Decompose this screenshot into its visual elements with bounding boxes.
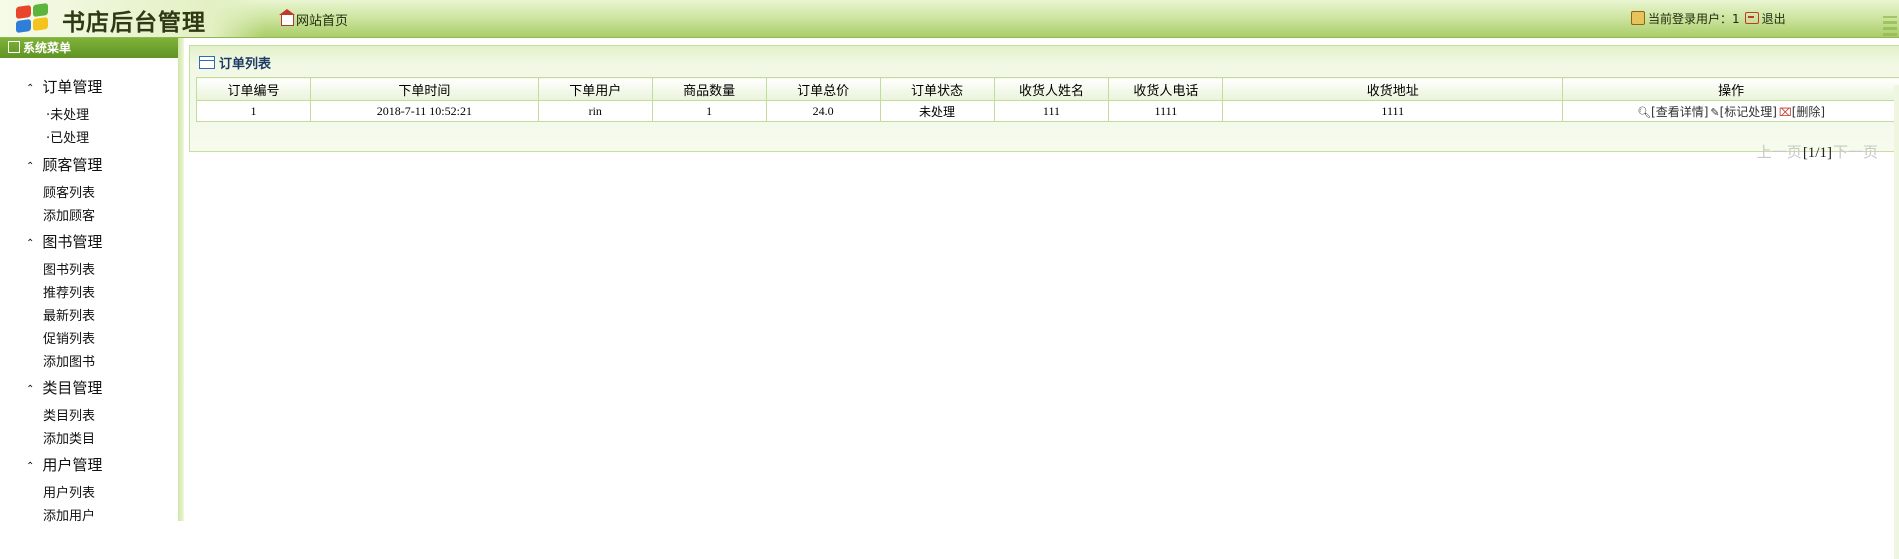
pencil-icon: ✎ xyxy=(1710,106,1719,119)
menu-item-unprocessed[interactable]: ·未处理 xyxy=(46,104,89,123)
menu-item-add-category[interactable]: 添加类目 xyxy=(43,428,95,447)
home-icon xyxy=(281,15,294,26)
cell-quantity: 1 xyxy=(652,101,766,122)
chevron-up-icon: ⌃ xyxy=(26,384,34,395)
delete-icon: ⌧ xyxy=(1779,106,1792,119)
column-header: 下单时间 xyxy=(310,78,538,101)
mark-processed-label: [标记处理] xyxy=(1720,105,1777,119)
delete-link[interactable]: ⌧[删除] xyxy=(1779,105,1825,119)
vertical-scrollbar[interactable] xyxy=(1894,85,1899,559)
view-details-link[interactable]: 🔍︎[查看详情] xyxy=(1637,105,1708,119)
user-icon xyxy=(1631,11,1645,25)
menu-group-customers[interactable]: ⌃ 顾客管理 xyxy=(26,154,102,175)
home-link-label: 网站首页 xyxy=(296,14,348,29)
delete-label: [删除] xyxy=(1792,105,1825,119)
next-page-link[interactable]: 下一页 xyxy=(1833,145,1878,161)
logout-link[interactable]: 退出 xyxy=(1740,12,1786,26)
column-header: 收货人姓名 xyxy=(994,78,1109,101)
menu-item-add-book[interactable]: 添加图书 xyxy=(43,351,95,370)
top-header: 书店后台管理 网站首页 当前登录用户：1 退出 xyxy=(0,0,1899,38)
table-header-row: 订单编号 下单时间 下单用户 商品数量 订单总价 订单状态 收货人姓名 收货人电… xyxy=(197,78,1899,101)
menu-item-add-user[interactable]: 添加用户 xyxy=(43,505,95,524)
home-link[interactable]: 网站首页 xyxy=(281,10,348,29)
menu-group-label: 订单管理 xyxy=(42,78,102,96)
menu-item-processed[interactable]: ·已处理 xyxy=(46,127,89,146)
logo-area: 书店后台管理 xyxy=(0,0,265,37)
column-header: 订单编号 xyxy=(197,78,311,101)
panel-title-label: 订单列表 xyxy=(219,57,271,72)
logout-label: 退出 xyxy=(1762,12,1786,26)
menu-item-category-list[interactable]: 类目列表 xyxy=(43,405,95,424)
column-header: 订单状态 xyxy=(880,78,994,101)
windows-logo-icon xyxy=(12,3,54,34)
menu-item-recommended-list[interactable]: 推荐列表 xyxy=(43,282,95,301)
cell-status: 未处理 xyxy=(880,101,994,122)
login-user: 1 xyxy=(1732,12,1740,26)
cell-total: 24.0 xyxy=(766,101,880,122)
cell-address: 1111 xyxy=(1223,101,1563,122)
chevron-up-icon: ⌃ xyxy=(26,83,34,94)
menu-group-users[interactable]: ⌃ 用户管理 xyxy=(26,454,102,475)
grip-icon xyxy=(1883,16,1897,36)
logout-icon xyxy=(1745,12,1759,24)
page-indicator: [1/1] xyxy=(1803,145,1832,161)
orders-table: 订单编号 下单时间 下单用户 商品数量 订单总价 订单状态 收货人姓名 收货人电… xyxy=(196,77,1899,122)
menu-group-label: 图书管理 xyxy=(42,233,102,251)
menu-group-label: 用户管理 xyxy=(42,456,102,474)
chevron-up-icon: ⌃ xyxy=(26,461,34,472)
cell-order-user: rin xyxy=(538,101,652,122)
menu-item-book-list[interactable]: 图书列表 xyxy=(43,259,95,278)
mark-processed-link[interactable]: ✎[标记处理] xyxy=(1710,105,1777,119)
login-label: 当前登录用户： xyxy=(1648,12,1732,26)
sidebar: 系统菜单 ⌃ 订单管理 ·未处理 ·已处理 ⌃ 顾客管理 顾客列表 添加顾客 ⌃ 图书… xyxy=(0,38,179,521)
menu-item-add-customer[interactable]: 添加顾客 xyxy=(43,205,95,224)
user-info: 当前登录用户：1 退出 xyxy=(1631,10,1786,27)
chevron-up-icon: ⌃ xyxy=(26,161,34,172)
view-details-label: [查看详情] xyxy=(1651,105,1708,119)
menu-icon xyxy=(8,41,20,53)
pagination: 上一页[1/1]下一页 xyxy=(1757,141,1878,162)
menu-group-label: 类目管理 xyxy=(42,379,102,397)
list-icon xyxy=(199,56,215,69)
menu-item-promo-list[interactable]: 促销列表 xyxy=(43,328,95,347)
menu-group-books[interactable]: ⌃ 图书管理 xyxy=(26,231,102,252)
menu-group-categories[interactable]: ⌃ 类目管理 xyxy=(26,377,102,398)
column-header: 商品数量 xyxy=(652,78,766,101)
cell-receiver-phone: 1111 xyxy=(1109,101,1223,122)
magnifier-icon: 🔍︎ xyxy=(1637,106,1651,119)
app-title: 书店后台管理 xyxy=(62,3,206,37)
sidebar-title: 系统菜单 xyxy=(23,41,71,55)
sidebar-header: 系统菜单 xyxy=(0,38,178,58)
main-content: 订单列表 订单编号 下单时间 下单用户 商品数量 订单总价 订单状态 收货人姓名… xyxy=(186,38,1899,521)
column-header: 下单用户 xyxy=(538,78,652,101)
column-header: 收货人电话 xyxy=(1109,78,1223,101)
menu-group-orders[interactable]: ⌃ 订单管理 xyxy=(26,76,102,97)
menu-item-newest-list[interactable]: 最新列表 xyxy=(43,305,95,324)
table-row: 1 2018-7-11 10:52:21 rin 1 24.0 未处理 111 … xyxy=(197,101,1899,122)
chevron-up-icon: ⌃ xyxy=(26,238,34,249)
column-header: 操作 xyxy=(1563,78,1899,101)
panel-title: 订单列表 xyxy=(199,53,271,72)
menu-group-label: 顾客管理 xyxy=(42,156,102,174)
prev-page-link[interactable]: 上一页 xyxy=(1757,145,1802,161)
cell-actions: 🔍︎[查看详情]✎[标记处理]⌧[删除] xyxy=(1563,101,1899,122)
cell-order-id: 1 xyxy=(197,101,311,122)
column-header: 收货地址 xyxy=(1223,78,1563,101)
order-list-panel: 订单列表 订单编号 下单时间 下单用户 商品数量 订单总价 订单状态 收货人姓名… xyxy=(189,45,1899,152)
cell-receiver-name: 111 xyxy=(994,101,1109,122)
menu-item-user-list[interactable]: 用户列表 xyxy=(43,482,95,501)
menu-item-customer-list[interactable]: 顾客列表 xyxy=(43,182,95,201)
column-header: 订单总价 xyxy=(766,78,880,101)
sidebar-splitter[interactable] xyxy=(178,38,184,521)
cell-order-time: 2018-7-11 10:52:21 xyxy=(310,101,538,122)
